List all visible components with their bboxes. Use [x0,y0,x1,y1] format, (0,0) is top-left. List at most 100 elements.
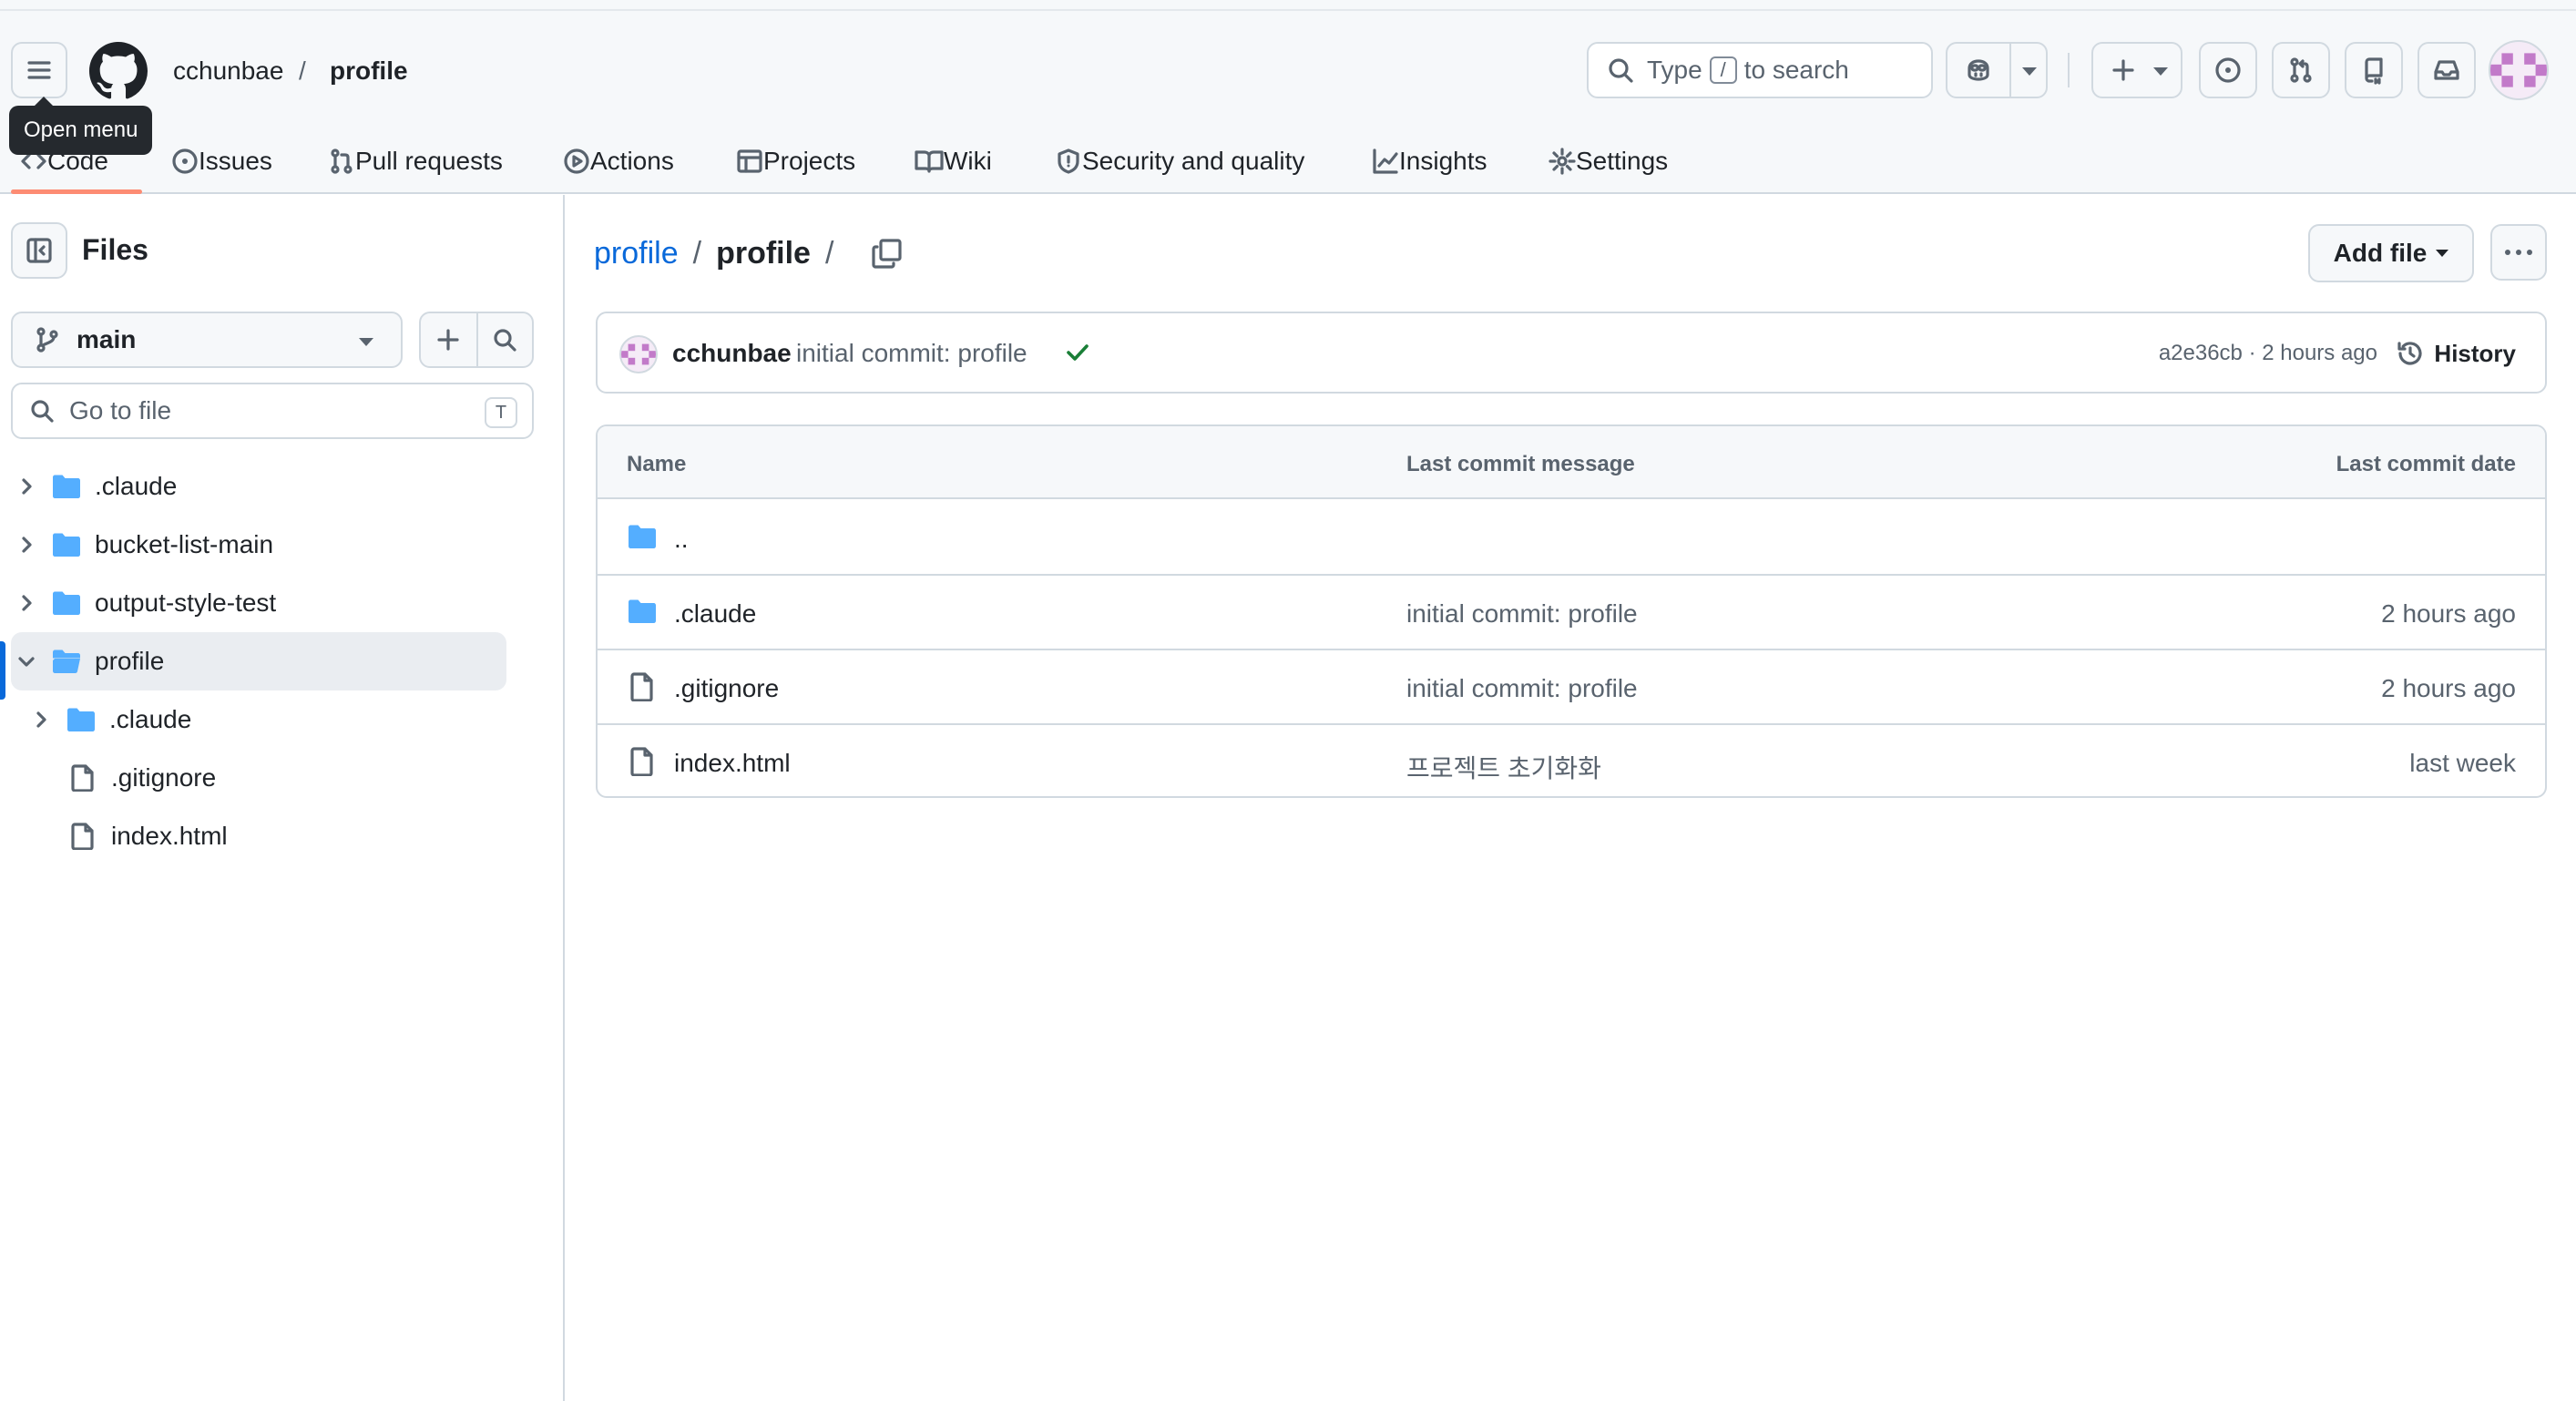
history-icon [2396,339,2434,368]
files-title: Files [82,233,148,266]
more-options-button[interactable] [2490,224,2547,281]
tree-item-claude[interactable]: .claude [11,457,506,516]
row-name[interactable]: index.html [674,749,791,778]
chevron-right-icon[interactable] [16,476,40,496]
row-commit-message[interactable]: 프로젝트 초기화화 [1406,749,1601,785]
tab-label: Security and quality [1082,147,1305,175]
search-icon [1607,56,1634,84]
book-icon [915,148,944,175]
inbox-button[interactable] [2418,42,2476,98]
chevron-right-icon[interactable] [16,535,40,555]
add-file-button[interactable] [421,313,476,366]
folder-open-icon [51,649,82,674]
folder-icon [627,598,658,625]
menu-icon [26,56,53,84]
search-icon [29,398,55,424]
search-files-button[interactable] [475,313,532,366]
top-divider [0,9,2576,11]
selected-item-indicator [0,641,5,700]
add-file-button[interactable]: Add file [2308,224,2474,282]
commit-sha-and-time[interactable]: a2e36cb · 2 hours ago [2159,341,2377,366]
chevron-right-icon[interactable] [31,710,55,730]
git-branch-icon [35,327,60,353]
table-icon [736,148,763,175]
row-commit-date: last week [2409,749,2516,777]
play-icon [563,148,590,175]
selected-tab-indicator [11,189,142,194]
create-new-button[interactable] [2091,42,2182,98]
tab-label: Issues [199,147,272,175]
row-name[interactable]: .claude [674,599,756,629]
column-header-date: Last commit date [2336,452,2516,476]
row-name[interactable]: .gitignore [674,674,779,703]
app-header: cchunbae / profile Type / to search Code… [0,0,2576,194]
row-commit-message[interactable]: initial commit: profile [1406,674,1638,703]
tree-item-label: index.html [111,822,228,850]
branch-selector[interactable]: main [11,312,403,368]
copy-path-button[interactable] [865,231,909,275]
tree-item-label: profile [95,647,165,675]
tab-actions[interactable]: Actions [563,129,674,193]
folder-icon [66,707,97,732]
menu-tooltip: Open menu [9,97,153,155]
tab-security[interactable]: Security and quality [1055,129,1304,193]
github-logo-icon[interactable] [89,42,148,100]
history-button[interactable]: History [2396,333,2516,373]
menu-button[interactable] [11,42,67,98]
folder-icon [51,474,82,499]
header-divider [2068,53,2070,87]
tab-projects[interactable]: Projects [736,129,855,193]
row-name[interactable]: .. [674,525,689,554]
chevron-down-icon[interactable] [2022,67,2037,76]
column-header-message: Last commit message [1406,452,1635,476]
breadcrumb-separator: / [299,56,306,85]
issues-button[interactable] [2199,42,2257,98]
file-tree-sidebar: Files main Go to file T .claude bucket-l… [0,195,565,1401]
pull-requests-button[interactable] [2272,42,2330,98]
tree-item-label: .claude [109,705,192,733]
breadcrumb-root-link[interactable]: profile [594,233,679,273]
commit-author-link[interactable]: cchunbae [672,339,792,368]
tab-label: Pull requests [355,147,503,175]
table-row[interactable]: index.html 프로젝트 초기화화 last week [598,725,2545,796]
tab-label: Projects [763,147,856,175]
latest-commit-bar: cchunbae initial commit: profile a2e36cb… [596,312,2547,394]
tree-item-index-html[interactable]: index.html [11,807,506,865]
collapse-sidebar-button[interactable] [11,222,67,279]
search-shortcut-key: / [1709,56,1737,84]
table-row[interactable]: .claude initial commit: profile 2 hours … [598,576,2545,650]
tab-insights[interactable]: Insights [1372,129,1487,193]
commit-message-link[interactable]: initial commit: profile [796,339,1027,368]
go-to-file-placeholder: Go to file [69,396,172,424]
tab-pull-requests[interactable]: Pull requests [328,129,503,193]
search-suffix: to search [1743,56,1849,84]
repo-link[interactable]: profile [330,55,408,87]
go-to-file-input[interactable]: Go to file T [11,383,534,439]
tree-item-gitignore[interactable]: .gitignore [11,749,506,807]
chevron-down-icon[interactable] [16,651,40,671]
table-row-parent-directory[interactable]: .. [598,501,2545,576]
file-icon [627,672,658,701]
repositories-button[interactable] [2345,42,2403,98]
chevron-right-icon[interactable] [16,593,40,613]
kebab-horizontal-icon [2503,248,2534,257]
tree-item-profile-claude[interactable]: .claude [11,690,506,749]
owner-link[interactable]: cchunbae [173,55,283,87]
folder-icon [51,532,82,557]
chevron-down-icon [2153,67,2168,76]
user-avatar[interactable] [2489,40,2549,100]
tree-item-output-style-test[interactable]: output-style-test [11,574,506,632]
search-input[interactable]: Type / to search [1587,42,1933,98]
row-commit-message[interactable]: initial commit: profile [1406,599,1638,629]
commit-author-avatar[interactable] [619,335,658,373]
tab-wiki[interactable]: Wiki [915,129,992,193]
table-row[interactable]: .gitignore initial commit: profile 2 hou… [598,650,2545,725]
tab-label: Actions [590,147,674,175]
copilot-button[interactable] [1946,42,2048,98]
tab-settings[interactable]: Settings [1549,129,1668,193]
tree-item-profile[interactable]: profile [11,632,506,690]
tree-item-bucket-list-main[interactable]: bucket-list-main [11,516,506,574]
check-icon[interactable] [1062,337,1093,368]
tab-issues[interactable]: Issues [171,129,272,193]
caret-down-icon [2436,250,2449,257]
